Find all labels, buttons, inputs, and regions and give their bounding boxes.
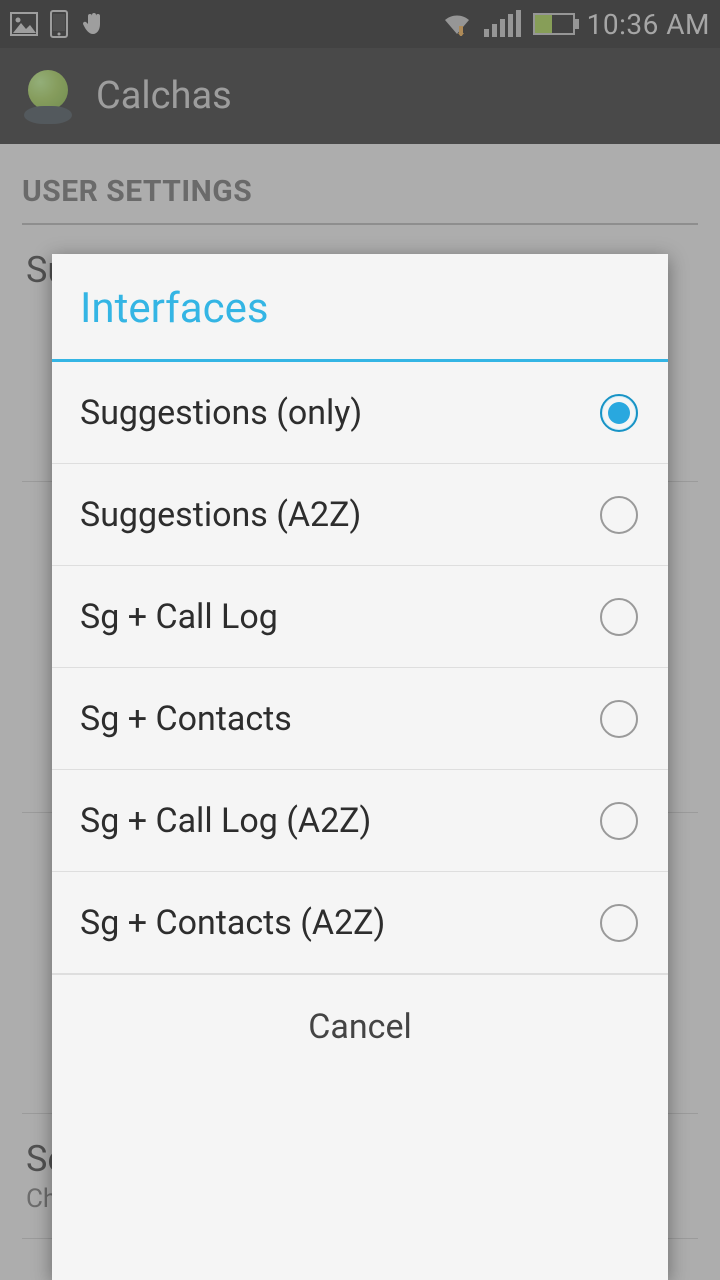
option-sg-call-log[interactable]: Sg + Call Log [52,566,668,668]
option-label: Sg + Call Log [80,597,278,637]
option-sg-contacts-a2z[interactable]: Sg + Contacts (A2Z) [52,872,668,974]
option-label: Suggestions (A2Z) [80,495,361,535]
option-sg-contacts[interactable]: Sg + Contacts [52,668,668,770]
interfaces-dialog: Interfaces Suggestions (only) Suggestion… [52,254,668,1280]
option-suggestions-a2z[interactable]: Suggestions (A2Z) [52,464,668,566]
dialog-options: Suggestions (only) Suggestions (A2Z) Sg … [52,362,668,974]
dialog-title: Interfaces [52,254,668,362]
option-label: Sg + Call Log (A2Z) [80,801,371,841]
radio-icon [600,904,638,942]
radio-icon [600,802,638,840]
radio-icon [600,598,638,636]
option-suggestions-only[interactable]: Suggestions (only) [52,362,668,464]
radio-icon [600,496,638,534]
radio-icon [600,700,638,738]
option-label: Sg + Contacts [80,699,292,739]
radio-icon [600,394,638,432]
option-label: Suggestions (only) [80,393,362,433]
option-sg-call-log-a2z[interactable]: Sg + Call Log (A2Z) [52,770,668,872]
dialog-overlay[interactable]: Interfaces Suggestions (only) Suggestion… [0,0,720,1280]
option-label: Sg + Contacts (A2Z) [80,903,385,943]
cancel-button[interactable]: Cancel [52,974,668,1083]
